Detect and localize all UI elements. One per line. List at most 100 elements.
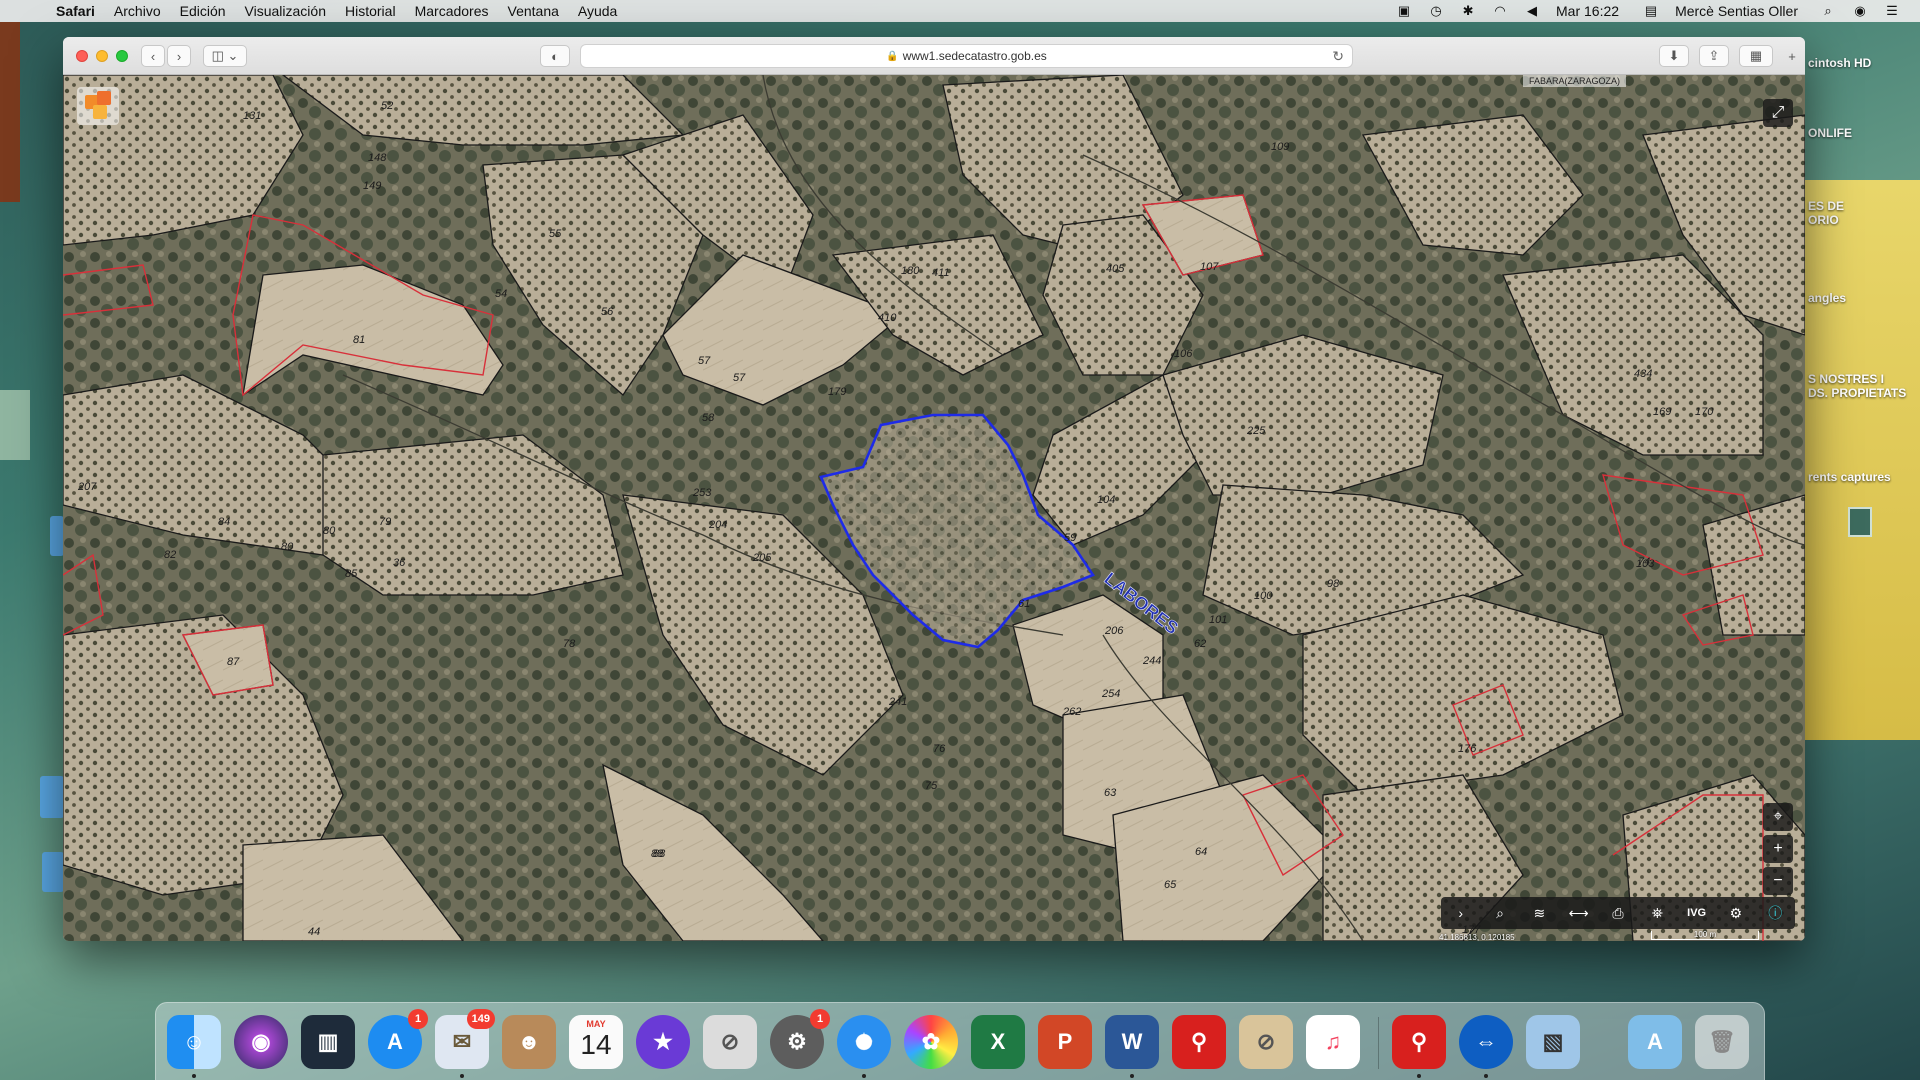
time-machine-icon[interactable]: ◷ bbox=[1428, 4, 1444, 18]
zoom-in-button[interactable]: + bbox=[1763, 835, 1793, 863]
cadastre-map[interactable]: LABORES 52 131 148 149 55 54 56 57 81 179 58 410 180… bbox=[63, 75, 1805, 941]
forward-button[interactable]: › bbox=[167, 45, 191, 67]
acrobat-icon[interactable]: ⚲ bbox=[1172, 1015, 1226, 1069]
parcel-number-label: 204 bbox=[708, 519, 727, 531]
menu-ayuda[interactable]: Ayuda bbox=[578, 3, 617, 19]
parcel-number-label: 62 bbox=[1194, 638, 1206, 650]
fullscreen-map-button[interactable]: ⤢ bbox=[1763, 99, 1793, 127]
preview-icon[interactable]: ▧ bbox=[1526, 1015, 1580, 1069]
desktop-icon-shape[interactable] bbox=[50, 516, 64, 556]
photos-icon[interactable]: ✿ bbox=[904, 1015, 958, 1069]
desktop-label-propietats[interactable]: S NOSTRES I DS. PROPIETATS bbox=[1808, 372, 1906, 400]
music-icon[interactable]: ♫ bbox=[1306, 1015, 1360, 1069]
screen-mirroring-icon[interactable]: ▣ bbox=[1396, 4, 1412, 18]
parcel-number-label: 61 bbox=[1018, 598, 1030, 610]
wifi-icon[interactable]: ◠ bbox=[1492, 4, 1508, 18]
siri-icon[interactable]: ◉ bbox=[1852, 4, 1868, 18]
menu-visualizacion[interactable]: Visualización bbox=[245, 3, 326, 19]
parcel-number-label: 107 bbox=[1200, 261, 1219, 273]
window-minimize-button[interactable] bbox=[96, 50, 108, 62]
reload-icon[interactable]: ↻ bbox=[1332, 48, 1344, 65]
desktop-label-folder[interactable]: ES DE ORIO bbox=[1808, 199, 1844, 227]
map-canvas[interactable]: LABORES 52131148149555456578117958410180… bbox=[63, 75, 1805, 941]
desktop-label-angles[interactable]: angles bbox=[1808, 291, 1846, 305]
window-close-button[interactable] bbox=[76, 50, 88, 62]
calendar-month: MAY bbox=[586, 1019, 606, 1029]
applications-folder-icon[interactable]: A bbox=[1628, 1015, 1682, 1069]
desktop-icon-shape[interactable] bbox=[42, 852, 64, 892]
map-scale-bar: 100 m bbox=[1651, 931, 1759, 940]
ivg-button[interactable]: IVG bbox=[1677, 897, 1716, 929]
layers-icon[interactable]: ≋ bbox=[1520, 897, 1559, 929]
zoom-out-button[interactable]: − bbox=[1763, 867, 1793, 895]
blocked-app-icon[interactable]: ⊘ bbox=[703, 1015, 757, 1069]
menu-ventana[interactable]: Ventana bbox=[508, 3, 559, 19]
window-fullscreen-button[interactable] bbox=[116, 50, 128, 62]
spotlight-icon[interactable]: ⌕ bbox=[1820, 4, 1836, 18]
running-indicator bbox=[1484, 1074, 1488, 1078]
volume-icon[interactable]: ◀ bbox=[1524, 4, 1540, 18]
safari-icon[interactable]: ✦ bbox=[837, 1015, 891, 1069]
photo-booth-icon[interactable]: ▥ bbox=[301, 1015, 355, 1069]
teamviewer-icon[interactable]: ⇔ bbox=[1459, 1015, 1513, 1069]
apple-menu-icon[interactable] bbox=[20, 3, 38, 19]
preferences-badge: 1 bbox=[810, 1009, 830, 1029]
menu-marcadores[interactable]: Marcadores bbox=[415, 3, 489, 19]
powerpoint-icon[interactable]: P bbox=[1038, 1015, 1092, 1069]
menu-archivo[interactable]: Archivo bbox=[114, 3, 161, 19]
locate-button[interactable]: ⌖ bbox=[1763, 803, 1793, 831]
desktop-icon-shape[interactable] bbox=[1848, 507, 1872, 537]
parcel-number-label: 131 bbox=[243, 110, 261, 122]
user-card-icon[interactable]: ▤ bbox=[1643, 4, 1659, 18]
street-view-icon[interactable]: ⛯ bbox=[1638, 897, 1677, 929]
chevron-right-icon[interactable]: › bbox=[1441, 897, 1480, 929]
calendar-icon[interactable]: MAY 14 bbox=[569, 1015, 623, 1069]
menu-app-name[interactable]: Safari bbox=[56, 3, 95, 19]
measure-icon[interactable]: ⟷ bbox=[1559, 897, 1598, 929]
desktop-background-shape bbox=[1805, 180, 1920, 740]
acrobat-reader-icon[interactable]: ⚲ bbox=[1392, 1015, 1446, 1069]
address-url[interactable]: www1.sedecatastro.gob.es bbox=[903, 49, 1047, 63]
menubar-clock[interactable]: Mar 16:22 bbox=[1556, 3, 1619, 19]
parcel-number-label: 76 bbox=[933, 743, 946, 755]
new-tab-button[interactable]: + bbox=[1781, 45, 1803, 67]
finder-icon[interactable]: ☺ bbox=[167, 1015, 221, 1069]
address-bar[interactable]: 🔒 www1.sedecatastro.gob.es ↻ bbox=[580, 44, 1353, 68]
mail-icon[interactable]: ✉ 149 bbox=[435, 1009, 495, 1069]
parcel-number-label: 405 bbox=[1106, 263, 1125, 275]
desktop-icon-shape[interactable] bbox=[40, 776, 64, 818]
desktop-label-captures[interactable]: rents captures bbox=[1808, 470, 1891, 484]
menu-historial[interactable]: Historial bbox=[345, 3, 396, 19]
parcel-number-label: 101 bbox=[1209, 614, 1227, 626]
bluetooth-icon[interactable]: ✱ bbox=[1460, 4, 1476, 18]
trash-icon[interactable]: 🗑 bbox=[1695, 1015, 1749, 1069]
place-label: FABARA(ZARAGOZA) bbox=[1523, 75, 1627, 87]
word-icon[interactable]: W bbox=[1105, 1015, 1159, 1069]
menubar-user[interactable]: Mercè Sentias Oller bbox=[1675, 3, 1798, 19]
identify-icon[interactable]: ⚙ bbox=[1716, 897, 1755, 929]
back-button[interactable]: ‹ bbox=[141, 45, 165, 67]
downloads-button[interactable]: ⬇ bbox=[1659, 45, 1689, 67]
blocked-app-icon-2[interactable]: ⊘ bbox=[1239, 1015, 1293, 1069]
siri-icon[interactable]: ◉ bbox=[234, 1015, 288, 1069]
desktop-label-disk[interactable]: cintosh HD bbox=[1808, 56, 1871, 70]
print-icon[interactable]: ⎙ bbox=[1598, 897, 1637, 929]
app-store-icon[interactable]: A1 bbox=[368, 1009, 428, 1069]
notification-center-icon[interactable]: ☰ bbox=[1884, 4, 1900, 18]
tab-overview-button[interactable]: ▦ bbox=[1739, 45, 1773, 67]
system-preferences-icon[interactable]: ⚙ 1 bbox=[770, 1009, 830, 1069]
catastro-logo[interactable] bbox=[77, 87, 119, 125]
contacts-icon[interactable]: ☻ bbox=[502, 1015, 556, 1069]
search-icon[interactable]: ⌕ bbox=[1480, 897, 1519, 929]
sidebar-button[interactable]: ◫ ⌄ bbox=[203, 45, 247, 67]
share-button[interactable]: ⇪ bbox=[1699, 45, 1729, 67]
info-icon[interactable]: ⓘ bbox=[1756, 897, 1795, 929]
privacy-report-button[interactable]: ◐ bbox=[540, 45, 570, 67]
parcel-number-label: 100 bbox=[1254, 590, 1273, 602]
excel-icon[interactable]: X bbox=[971, 1015, 1025, 1069]
imovie-icon[interactable]: ★ bbox=[636, 1015, 690, 1069]
desktop-label-onlife[interactable]: ONLIFE bbox=[1808, 126, 1852, 140]
parcel-number-label: 206 bbox=[1104, 625, 1124, 637]
menu-edicion[interactable]: Edición bbox=[180, 3, 226, 19]
parcel-number-label: 65 bbox=[1164, 879, 1177, 891]
